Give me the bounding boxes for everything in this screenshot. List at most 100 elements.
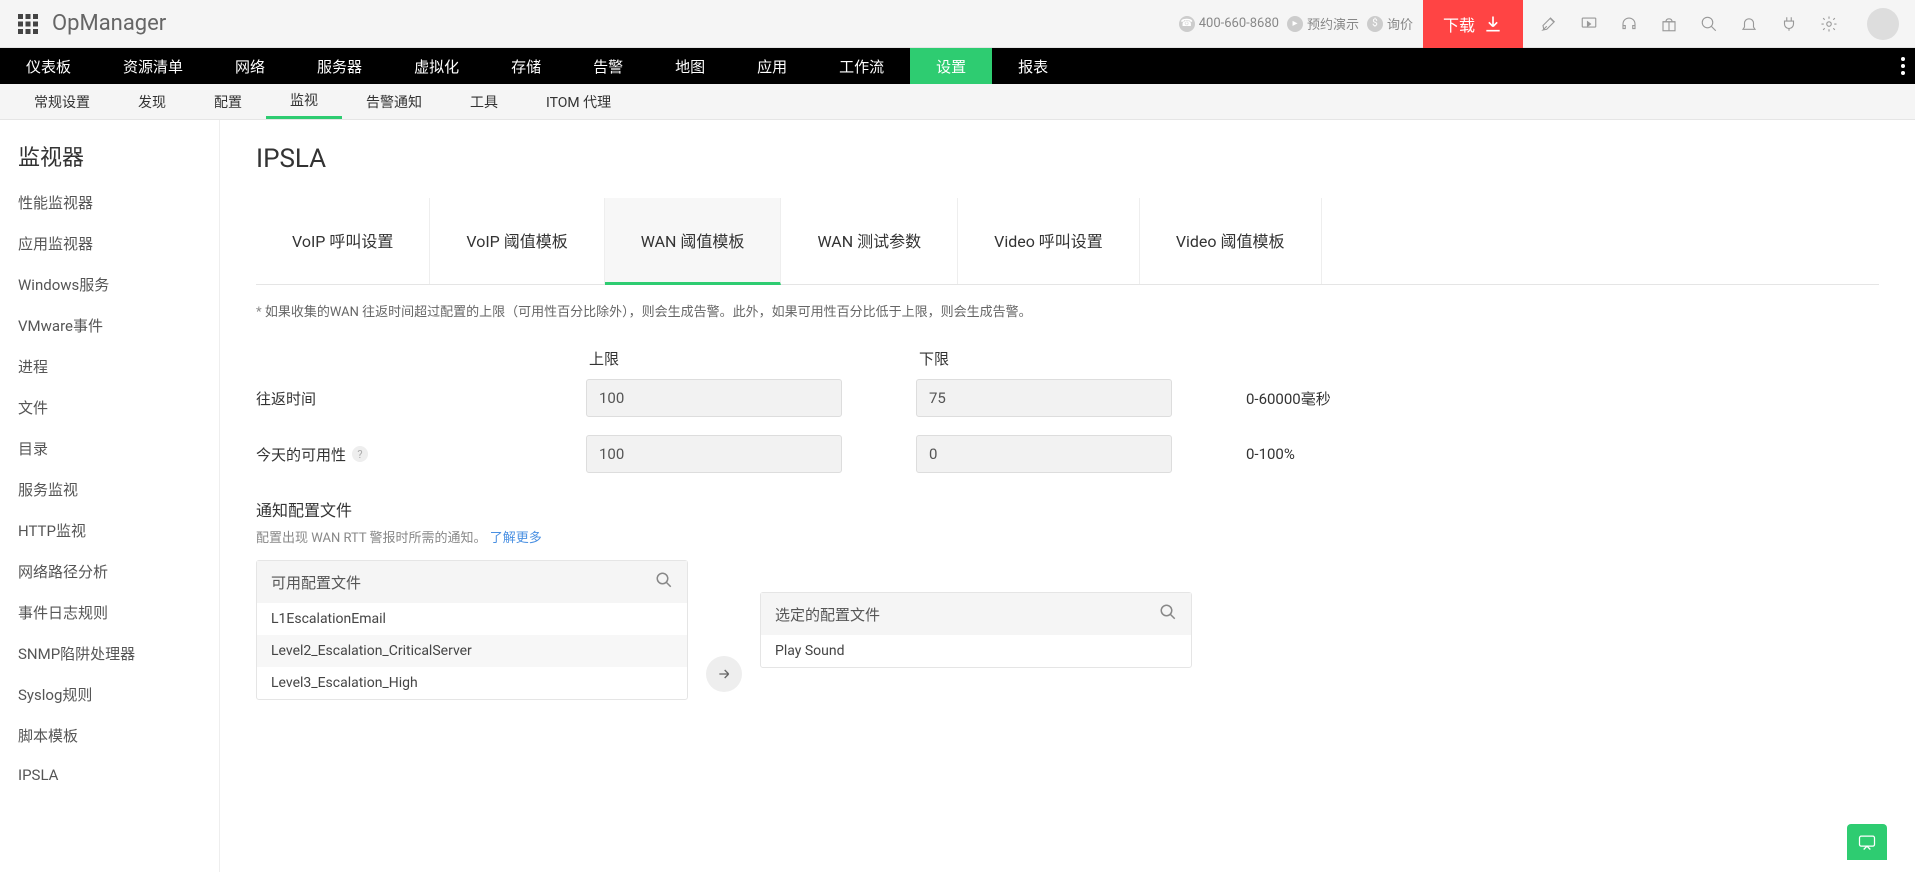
contact-quote[interactable]: $ 询价 <box>1367 14 1413 33</box>
chat-fab-button[interactable] <box>1847 824 1887 860</box>
sidebar: 监视器 性能监视器应用监视器Windows服务VMware事件进程文件目录服务监… <box>0 120 220 872</box>
lower-input[interactable] <box>916 435 1172 473</box>
sidebar-item[interactable]: 目录 <box>0 428 219 469</box>
play-icon: ▸ <box>1287 16 1303 32</box>
presentation-icon[interactable] <box>1579 14 1599 34</box>
sidebar-item[interactable]: VMware事件 <box>0 305 219 346</box>
sidebar-item[interactable]: 事件日志规则 <box>0 592 219 633</box>
range-text: 0-60000毫秒 <box>1246 388 1331 409</box>
sidebar-item[interactable]: SNMP陷阱处理器 <box>0 633 219 674</box>
available-label: 可用配置文件 <box>271 572 361 593</box>
sidebar-item[interactable]: 进程 <box>0 346 219 387</box>
apps-grid-icon[interactable] <box>16 12 40 36</box>
profiles-transfer: 可用配置文件 L1EscalationEmailLevel2_Escalatio… <box>256 560 1879 700</box>
contact-phone[interactable]: ☎ 400-660-8680 <box>1179 16 1279 32</box>
row-label: 往返时间 <box>256 388 586 409</box>
nav-item[interactable]: 资源清单 <box>97 48 209 84</box>
bell-icon[interactable] <box>1739 14 1759 34</box>
nav-item[interactable]: 工作流 <box>813 48 910 84</box>
upper-input[interactable] <box>586 435 842 473</box>
quote-text: 询价 <box>1387 14 1413 33</box>
sidebar-title: 监视器 <box>0 120 219 182</box>
download-icon <box>1483 14 1503 34</box>
form-column-headers: 上限 下限 <box>256 348 1879 369</box>
profile-item[interactable]: Level3_Escalation_High <box>257 667 687 699</box>
profile-item[interactable]: Play Sound <box>761 635 1191 667</box>
header-icons <box>1523 8 1915 40</box>
nav-item[interactable]: 虚拟化 <box>388 48 485 84</box>
top-header: OpManager ☎ 400-660-8680 ▸ 预约演示 $ 询价 下载 <box>0 0 1915 48</box>
nav-item[interactable]: 应用 <box>731 48 813 84</box>
page-description: 如果收集的WAN 往返时间超过配置的上限（可用性百分比除外），则会生成告警。此外… <box>256 301 1879 320</box>
search-icon[interactable] <box>1699 14 1719 34</box>
gear-icon[interactable] <box>1819 14 1839 34</box>
contact-demo[interactable]: ▸ 预约演示 <box>1287 14 1359 33</box>
available-profiles-box: 可用配置文件 L1EscalationEmailLevel2_Escalatio… <box>256 560 688 700</box>
form-row: 今天的可用性?0-100% <box>256 435 1879 473</box>
demo-text: 预约演示 <box>1307 14 1359 33</box>
upper-input[interactable] <box>586 379 842 417</box>
sidebar-item[interactable]: 性能监视器 <box>0 182 219 223</box>
available-profiles-header: 可用配置文件 <box>257 561 687 603</box>
header-contact: ☎ 400-660-8680 ▸ 预约演示 $ 询价 <box>1179 14 1413 33</box>
tab[interactable]: Video 呼叫设置 <box>958 198 1140 284</box>
lower-input[interactable] <box>916 379 1172 417</box>
phone-icon: ☎ <box>1179 16 1195 32</box>
selected-profiles-header: 选定的配置文件 <box>761 593 1191 635</box>
sub-nav-item[interactable]: ITOM 代理 <box>522 84 635 119</box>
notification-title: 通知配置文件 <box>256 497 1879 521</box>
tab[interactable]: WAN 测试参数 <box>781 198 958 284</box>
sidebar-item[interactable]: HTTP监视 <box>0 510 219 551</box>
sidebar-item[interactable]: Syslog规则 <box>0 674 219 715</box>
profile-item[interactable]: Level2_Escalation_CriticalServer <box>257 635 687 667</box>
tab[interactable]: Video 阈值模板 <box>1140 198 1322 284</box>
gift-icon[interactable] <box>1659 14 1679 34</box>
sidebar-item[interactable]: IPSLA <box>0 756 219 794</box>
transfer-right-button[interactable] <box>706 656 742 692</box>
search-icon[interactable] <box>655 571 673 593</box>
sub-nav-item[interactable]: 告警通知 <box>342 84 446 119</box>
profile-item[interactable]: L1EscalationEmail <box>257 603 687 635</box>
learn-more-link[interactable]: 了解更多 <box>490 531 542 546</box>
nav-item[interactable]: 设置 <box>910 48 992 84</box>
sidebar-item[interactable]: 脚本模板 <box>0 715 219 756</box>
user-avatar[interactable] <box>1867 8 1899 40</box>
nav-item[interactable]: 仪表板 <box>0 48 97 84</box>
sidebar-item[interactable]: 应用监视器 <box>0 223 219 264</box>
main-content: IPSLA VoIP 呼叫设置VoIP 阈值模板WAN 阈值模板WAN 测试参数… <box>220 120 1915 872</box>
rocket-icon[interactable] <box>1539 14 1559 34</box>
help-icon[interactable]: ? <box>352 446 368 462</box>
form-row: 往返时间 0-60000毫秒 <box>256 379 1879 417</box>
sidebar-item[interactable]: 网络路径分析 <box>0 551 219 592</box>
nav-item[interactable]: 服务器 <box>291 48 388 84</box>
sub-nav-item[interactable]: 配置 <box>190 84 266 119</box>
sub-nav-item[interactable]: 常规设置 <box>10 84 114 119</box>
selected-label: 选定的配置文件 <box>775 604 880 625</box>
lower-header: 下限 <box>916 348 1246 369</box>
nav-item[interactable]: 报表 <box>992 48 1074 84</box>
main-nav: 仪表板资源清单网络服务器虚拟化存储告警地图应用工作流设置报表 <box>0 48 1915 84</box>
nav-item[interactable]: 存储 <box>485 48 567 84</box>
sidebar-item[interactable]: Windows服务 <box>0 264 219 305</box>
tab[interactable]: WAN 阈值模板 <box>605 198 782 285</box>
nav-item[interactable]: 告警 <box>567 48 649 84</box>
headset-icon[interactable] <box>1619 14 1639 34</box>
sub-nav-item[interactable]: 工具 <box>446 84 522 119</box>
tab[interactable]: VoIP 阈值模板 <box>430 198 604 284</box>
dollar-icon: $ <box>1367 16 1383 32</box>
sub-nav: 常规设置发现配置监视告警通知工具ITOM 代理 <box>0 84 1915 120</box>
tab[interactable]: VoIP 呼叫设置 <box>256 198 430 284</box>
page-title: IPSLA <box>256 144 1879 174</box>
sub-nav-item[interactable]: 发现 <box>114 84 190 119</box>
sidebar-item[interactable]: 服务监视 <box>0 469 219 510</box>
sub-nav-item[interactable]: 监视 <box>266 84 342 119</box>
nav-item[interactable]: 网络 <box>209 48 291 84</box>
nav-more-icon[interactable] <box>1901 48 1905 84</box>
download-button[interactable]: 下载 <box>1423 0 1523 48</box>
search-icon[interactable] <box>1159 603 1177 625</box>
nav-item[interactable]: 地图 <box>649 48 731 84</box>
notification-desc-text: 配置出现 WAN RTT 警报时所需的通知。 <box>256 531 487 546</box>
sidebar-item[interactable]: 文件 <box>0 387 219 428</box>
phone-text: 400-660-8680 <box>1199 16 1279 31</box>
plug-icon[interactable] <box>1779 14 1799 34</box>
